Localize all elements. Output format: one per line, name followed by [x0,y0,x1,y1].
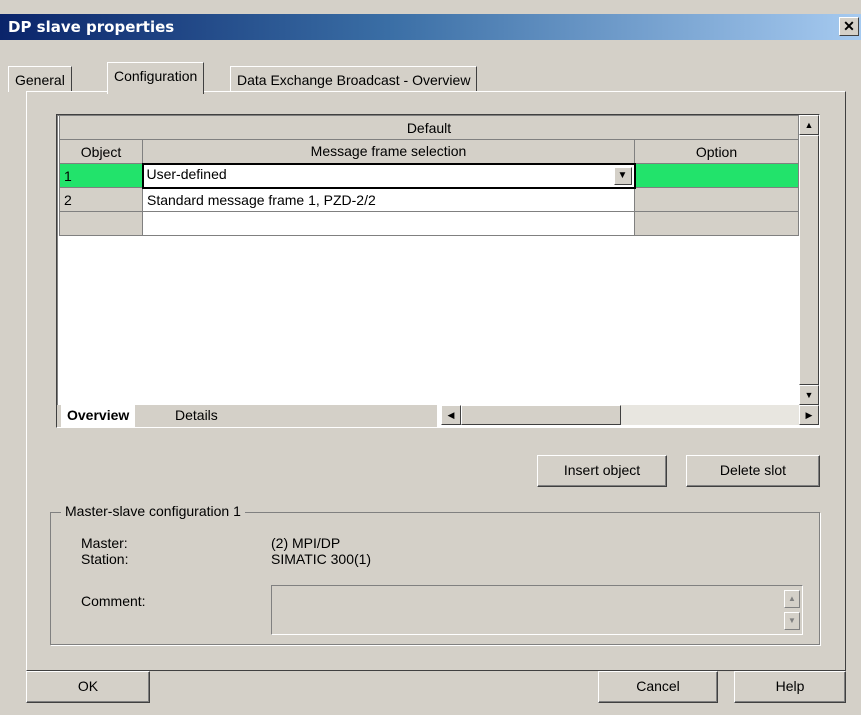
tab-general-label: General [15,72,65,88]
table-row[interactable] [59,211,799,236]
tab-general[interactable]: General [8,66,72,92]
column-header-option[interactable]: Option [634,139,799,164]
title-bar: DP slave properties ✕ [0,14,861,40]
row-selection-cell[interactable] [142,211,635,236]
ok-button[interactable]: OK [26,671,150,703]
grid-group-header: Default [59,115,799,140]
master-value: (2) MPI/DP [271,535,341,551]
dp-slave-properties-dialog: DP slave properties ✕ General Configurat… [0,0,861,715]
column-header-message-frame[interactable]: Message frame selection [142,139,635,164]
sheet-tab-overview[interactable]: Overview [61,405,136,427]
row-option-cell[interactable] [634,163,799,188]
horizontal-scroll-thumb[interactable] [461,405,621,425]
column-header-object[interactable]: Object [59,139,143,164]
scroll-right-icon[interactable]: ▶ [799,405,819,425]
row-selection-cell[interactable]: Standard message frame 1, PZD-2/2 [142,187,635,212]
tab-configuration-label: Configuration [114,68,198,84]
window-title: DP slave properties [8,18,175,36]
vertical-scroll-thumb[interactable] [799,135,819,385]
row-option-cell[interactable] [634,211,799,236]
close-button[interactable]: ✕ [839,17,859,36]
master-label: Master: [81,535,128,551]
message-frame-value: User-defined [146,166,227,182]
vertical-scrollbar[interactable]: ▲ ▼ [799,115,819,405]
comment-field[interactable]: ▲ ▼ [271,585,803,635]
tab-data-exchange-broadcast[interactable]: Data Exchange Broadcast - Overview [230,66,478,92]
grid-table: Default Object Message frame selection O… [59,115,799,236]
scroll-down-icon[interactable]: ▼ [799,385,819,405]
cancel-button[interactable]: Cancel [598,671,718,703]
horizontal-scrollbar[interactable]: ◀ ▶ [441,405,819,425]
comment-scroll-down-icon[interactable]: ▼ [784,612,800,630]
master-slave-group: Master-slave configuration 1 Master: (2)… [50,503,820,645]
configuration-grid: Default Object Message frame selection O… [56,114,820,428]
row-object-cell[interactable]: 2 [59,187,143,212]
delete-slot-button[interactable]: Delete slot [686,455,820,487]
insert-object-button[interactable]: Insert object [537,455,667,487]
scroll-up-icon[interactable]: ▲ [799,115,819,135]
scroll-left-icon[interactable]: ◀ [441,405,461,425]
station-label: Station: [81,551,129,567]
close-icon: ✕ [843,18,855,34]
group-title: Master-slave configuration 1 [61,503,245,519]
station-value: SIMATIC 300(1) [271,551,372,567]
table-row[interactable]: 1 ▼ User-defined [59,162,799,189]
row-object-cell[interactable]: 1 [59,163,143,188]
chevron-down-icon[interactable]: ▼ [613,167,632,185]
message-frame-dropdown[interactable]: ▼ User-defined [141,162,636,189]
sheet-tab-details[interactable]: Details [169,405,224,427]
table-row[interactable]: 2 Standard message frame 1, PZD-2/2 [59,187,799,212]
sheet-tab-strip: Overview Details [57,405,437,427]
tab-configuration[interactable]: Configuration [107,62,205,94]
row-object-cell[interactable] [59,211,143,236]
comment-label: Comment: [81,593,146,609]
row-option-cell[interactable] [634,187,799,212]
help-button[interactable]: Help [734,671,846,703]
comment-scroll-up-icon[interactable]: ▲ [784,590,800,608]
tab-data-exchange-label: Data Exchange Broadcast - Overview [237,72,471,88]
